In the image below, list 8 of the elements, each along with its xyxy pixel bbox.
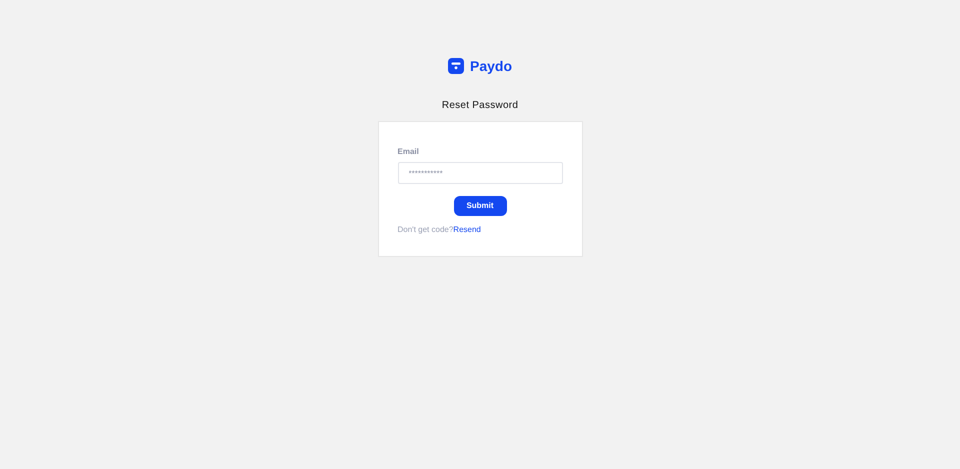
resend-prompt: Don't get code? [398, 225, 454, 234]
resend-link[interactable]: Resend [453, 225, 481, 234]
submit-button[interactable]: Submit [454, 196, 506, 216]
email-field[interactable]: *********** [398, 162, 562, 184]
brand-name: Paydo [470, 56, 512, 76]
page-title: Reset Password [442, 99, 518, 113]
field-label: Email [398, 146, 420, 158]
logo-icon [448, 58, 464, 74]
